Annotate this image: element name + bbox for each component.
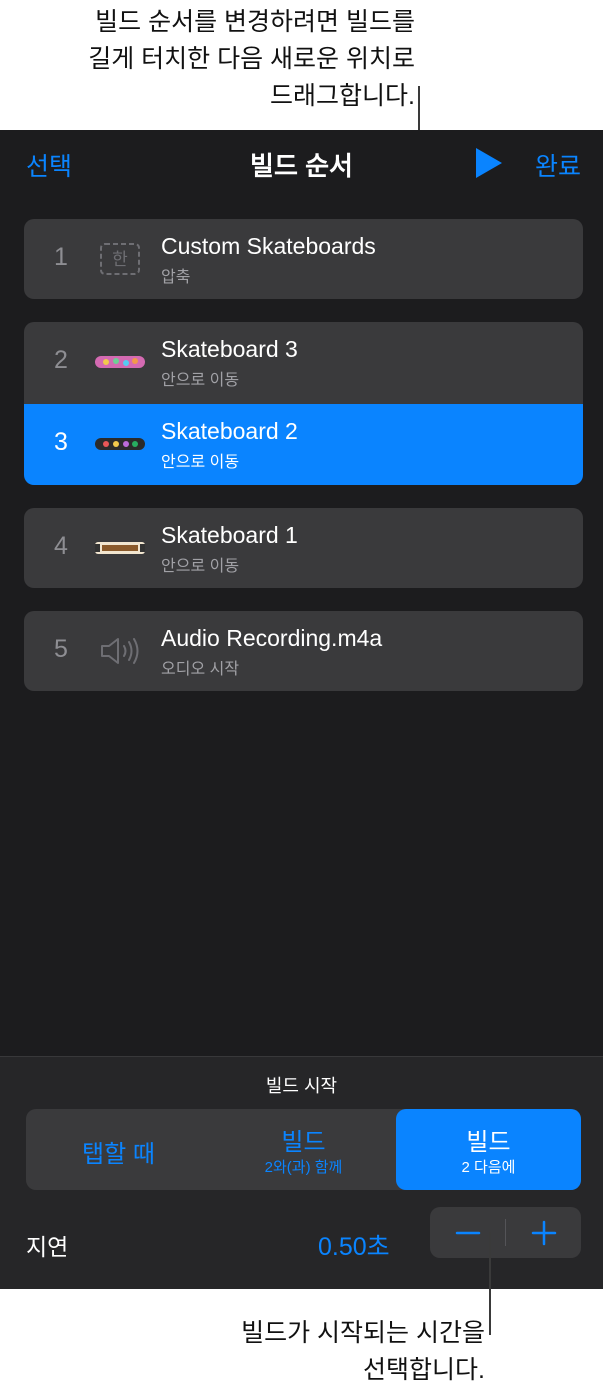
build-effect: 안으로 이동: [161, 454, 240, 471]
segment-on-tap[interactable]: 탭할 때: [26, 1109, 211, 1190]
build-name: Audio Recording.m4a: [161, 625, 383, 651]
build-item-selected[interactable]: 3 Skateboard 2 안으로 이동: [24, 404, 583, 485]
minus-icon: [455, 1231, 480, 1234]
build-name: Skateboard 3: [161, 336, 298, 362]
segment-sublabel: 2 다음에: [461, 1159, 516, 1176]
build-item[interactable]: 4 Skateboard 1 안으로 이동: [24, 508, 583, 588]
segment-label: 탭할 때: [82, 1141, 155, 1168]
plus-icon: [531, 1220, 556, 1245]
segment-label: 빌드: [466, 1129, 511, 1156]
segment-with-build[interactable]: 빌드 2와(과) 함께: [211, 1109, 396, 1190]
callout-reorder-instruction: 빌드 순서를 변경하려면 빌드를 길게 터치한 다음 새로운 위치로 드래그합니…: [88, 8, 415, 110]
text-box-icon: 한: [94, 239, 146, 279]
build-number: 4: [54, 532, 68, 560]
skateboard-thumbnail: [94, 528, 146, 568]
segment-after-build[interactable]: 빌드 2 다음에: [396, 1109, 581, 1190]
delay-stepper: [430, 1207, 581, 1258]
text-box-glyph: 한: [112, 250, 128, 270]
segment-label: 빌드: [281, 1129, 326, 1156]
build-number: 2: [54, 346, 68, 374]
build-item[interactable]: 1 한 Custom Skateboards 압축: [24, 219, 583, 299]
build-effect: 안으로 이동: [161, 558, 240, 575]
delay-label: 지연: [26, 1234, 69, 1260]
build-name: Custom Skateboards: [161, 233, 376, 259]
build-effect: 압축: [161, 269, 191, 286]
build-name: Skateboard 2: [161, 418, 298, 444]
build-effect: 안으로 이동: [161, 372, 240, 389]
skateboard-thumbnail: [94, 424, 146, 464]
build-item[interactable]: 5 Audio Recording.m4a 오디오 시작: [24, 611, 583, 691]
header-bar: 선택 빌드 순서 완료: [0, 130, 603, 194]
build-number: 3: [54, 428, 68, 456]
build-item[interactable]: 2 Skateboard 3 안으로 이동: [24, 322, 583, 404]
build-order-panel: 선택 빌드 순서 완료 1 한 Custom Skateboards 압축 2: [0, 130, 603, 1289]
speaker-icon: [94, 631, 146, 671]
play-icon[interactable]: [474, 146, 504, 180]
increment-button[interactable]: [506, 1207, 581, 1258]
done-button[interactable]: 완료: [535, 147, 581, 183]
segment-sublabel: 2와(과) 함께: [264, 1159, 343, 1176]
build-start-label: 빌드 시작: [265, 1076, 338, 1096]
skateboard-thumbnail: [94, 342, 146, 382]
page-title: 빌드 순서: [250, 151, 353, 181]
delay-value: 0.50초: [318, 1233, 390, 1261]
build-number: 5: [54, 635, 68, 663]
decrement-button[interactable]: [430, 1207, 505, 1258]
build-name: Skateboard 1: [161, 522, 298, 548]
callout-start-time-instruction: 빌드가 시작되는 시간을 선택합니다.: [241, 1319, 485, 1384]
build-effect: 오디오 시작: [161, 661, 240, 678]
build-number: 1: [54, 243, 68, 271]
callout-leader-line: [489, 1232, 491, 1335]
build-start-segmented-control: 탭할 때 빌드 2와(과) 함께 빌드 2 다음에: [26, 1109, 581, 1190]
